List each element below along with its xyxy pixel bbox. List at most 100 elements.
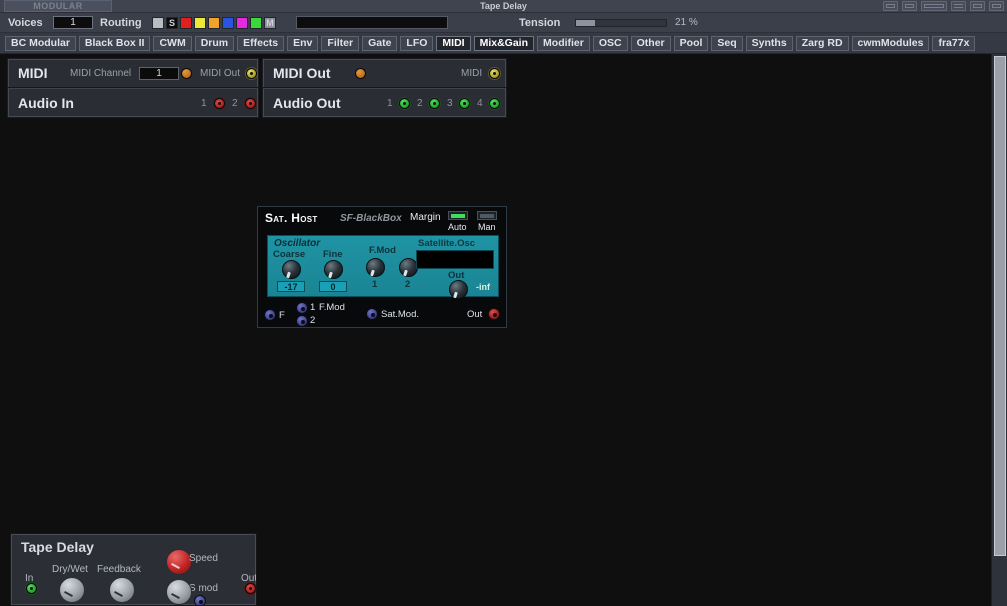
- routing-field[interactable]: [296, 16, 448, 29]
- tab-bc-modular[interactable]: BC Modular: [5, 36, 76, 51]
- swatch-solo[interactable]: S: [166, 17, 178, 29]
- panel-icon[interactable]: [883, 1, 898, 11]
- coarse-knob[interactable]: [282, 260, 301, 279]
- tab-black-box-ii[interactable]: Black Box II: [79, 36, 151, 51]
- fine-label: Fine: [323, 249, 343, 260]
- swatch-red[interactable]: [180, 17, 192, 29]
- tape-delay-out-jack[interactable]: [245, 583, 256, 594]
- sat-host-subtitle: SF-BlackBox: [340, 213, 402, 224]
- swatch-magenta[interactable]: [236, 17, 248, 29]
- fmod1-knob[interactable]: [366, 258, 385, 277]
- tab-filter[interactable]: Filter: [321, 36, 359, 51]
- tab-fra77x[interactable]: fra77x: [932, 36, 975, 51]
- tab-effects[interactable]: Effects: [237, 36, 284, 51]
- tab-gate[interactable]: Gate: [362, 36, 397, 51]
- port-f-jack[interactable]: [264, 309, 276, 321]
- port-fmod2-label: 2: [310, 315, 315, 326]
- tab-seq[interactable]: Seq: [711, 36, 742, 51]
- midi-out-jack[interactable]: [246, 68, 257, 79]
- midi-out-knob[interactable]: [355, 68, 366, 79]
- keyboard-icon[interactable]: [921, 1, 947, 11]
- tape-delay-in-jack[interactable]: [26, 583, 37, 594]
- tab-zarg-rd[interactable]: Zarg RD: [796, 36, 849, 51]
- audio-in-jack-2[interactable]: [245, 98, 256, 109]
- audio-out-title: Audio Out: [273, 89, 341, 118]
- audio-out-jack-1[interactable]: [399, 98, 410, 109]
- vertical-scrollbar[interactable]: [991, 54, 1007, 606]
- swatch-yellow[interactable]: [194, 17, 206, 29]
- tab-drum[interactable]: Drum: [195, 36, 234, 51]
- audio-out-jack-3[interactable]: [459, 98, 470, 109]
- tab-synths[interactable]: Synths: [746, 36, 793, 51]
- midi-channel-knob[interactable]: [181, 68, 192, 79]
- satellite-osc-display[interactable]: [416, 250, 494, 269]
- tab-midi[interactable]: MIDI: [436, 36, 470, 51]
- tension-slider[interactable]: [575, 19, 667, 27]
- tab-pool[interactable]: Pool: [674, 36, 709, 51]
- midi-channel-input[interactable]: 1: [139, 67, 179, 80]
- margin-man-label: Man: [478, 222, 496, 232]
- coarse-label: Coarse: [273, 249, 305, 260]
- tab-osc[interactable]: OSC: [593, 36, 628, 51]
- title-bar: Tape Delay MODULAR: [0, 0, 1007, 13]
- fmod2-label: 2: [405, 279, 410, 290]
- margin-man-button[interactable]: [477, 211, 497, 220]
- tab-lfo[interactable]: LFO: [400, 36, 433, 51]
- audio-in-jack-1[interactable]: [214, 98, 225, 109]
- tab-mix-gain[interactable]: Mix&Gain: [474, 36, 534, 51]
- midi-out-row: MIDI Out MIDI: [263, 59, 506, 88]
- midi-out-panel: MIDI Out MIDI Audio Out 1 2 3 4: [262, 58, 507, 118]
- sat-out-knob[interactable]: [449, 280, 468, 299]
- swatch-mute[interactable]: M: [264, 17, 276, 29]
- fine-value[interactable]: 0: [319, 281, 347, 292]
- feedback-knob[interactable]: [109, 577, 135, 603]
- port-fmod1-jack[interactable]: [296, 302, 308, 314]
- list-icon[interactable]: [951, 1, 966, 11]
- tab-other[interactable]: Other: [631, 36, 671, 51]
- routing-swatches: SM: [152, 17, 276, 29]
- tape-delay-title: Tape Delay: [21, 539, 94, 555]
- coarse-value[interactable]: -17: [277, 281, 305, 292]
- margin-auto-button[interactable]: [448, 211, 468, 220]
- midi-row: MIDI MIDI Channel 1 MIDI Out: [8, 59, 258, 88]
- port-satmod-label: Sat.Mod.: [381, 309, 419, 320]
- port-fmod1-label: 1: [310, 302, 315, 313]
- swatch-orange[interactable]: [208, 17, 220, 29]
- titlebar-icon-group: [883, 1, 1004, 11]
- audio-out-row: Audio Out 1 2 3 4: [263, 88, 506, 117]
- midi-in-panel: MIDI MIDI Channel 1 MIDI Out Audio In 1 …: [7, 58, 259, 118]
- voices-input[interactable]: 1: [53, 16, 93, 29]
- port-fmod2-jack[interactable]: [296, 315, 308, 327]
- vertical-scrollbar-thumb[interactable]: [994, 56, 1006, 556]
- voices-label: Voices: [8, 13, 43, 33]
- sat-host-header: Sat. Host SF-BlackBox Margin Auto Man: [258, 207, 506, 233]
- tab-env[interactable]: Env: [287, 36, 318, 51]
- audio-out-jack-4[interactable]: [489, 98, 500, 109]
- swatch-grey[interactable]: [152, 17, 164, 29]
- drywet-knob[interactable]: [59, 577, 85, 603]
- swatch-green[interactable]: [250, 17, 262, 29]
- smod-jack[interactable]: [194, 595, 206, 606]
- sat-host-module[interactable]: Sat. Host SF-BlackBox Margin Auto Man Os…: [257, 206, 507, 328]
- tab-cwm[interactable]: CWM: [153, 36, 191, 51]
- midi-out-port-label: MIDI: [461, 59, 482, 88]
- minimize-icon[interactable]: [970, 1, 985, 11]
- fine-knob[interactable]: [324, 260, 343, 279]
- midi-out-port-jack[interactable]: [489, 68, 500, 79]
- port-f-label: F: [279, 310, 285, 321]
- swatch-blue[interactable]: [222, 17, 234, 29]
- port-satmod-jack[interactable]: [366, 308, 378, 320]
- tab-modifier[interactable]: Modifier: [537, 36, 590, 51]
- maximize-icon[interactable]: [989, 1, 1004, 11]
- panel2-icon[interactable]: [902, 1, 917, 11]
- smod-knob[interactable]: [166, 579, 192, 605]
- sat-out-value: -inf: [476, 282, 490, 292]
- audio-out-jack-2[interactable]: [429, 98, 440, 109]
- tab-cwmmodules[interactable]: cwmModules: [852, 36, 930, 51]
- speed-label: Speed: [189, 553, 218, 564]
- control-strip: Voices 1 Routing SM Tension 21 %: [0, 13, 1007, 33]
- sat-host-title: Sat. Host: [265, 211, 318, 225]
- tape-delay-module[interactable]: Tape Delay In Dry/Wet Feedback S mod Spe…: [10, 533, 257, 606]
- port-out-jack[interactable]: [488, 308, 500, 320]
- module-category-tabs: BC ModularBlack Box IICWM DrumEffectsEnvF…: [0, 33, 1007, 54]
